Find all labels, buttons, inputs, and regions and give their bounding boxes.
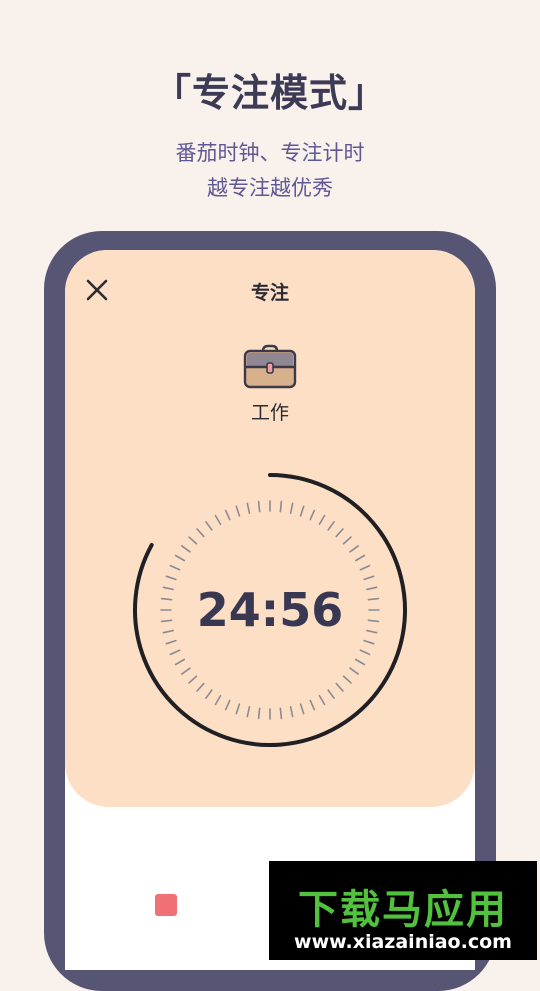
focus-panel: 专注 工作 24:56 bbox=[65, 250, 475, 807]
watermark-url: www.xiazainiao.com bbox=[294, 931, 512, 953]
timer-readout: 24:56 bbox=[196, 583, 344, 637]
watermark-banner: 下载马应用 www.xiazainiao.com bbox=[269, 861, 537, 960]
promo-headline: 「专注模式」 bbox=[152, 71, 387, 115]
task-label: 工作 bbox=[250, 402, 289, 424]
stop-icon[interactable] bbox=[155, 894, 177, 916]
promo-subtitle-line1: 番茄时钟、专注计时 bbox=[175, 141, 365, 165]
promo-subtitle-line2: 越专注越优秀 bbox=[207, 176, 333, 200]
briefcase-icon bbox=[243, 343, 297, 391]
screen-title: 专注 bbox=[250, 282, 289, 304]
watermark-brand: 下载马应用 bbox=[298, 887, 508, 933]
